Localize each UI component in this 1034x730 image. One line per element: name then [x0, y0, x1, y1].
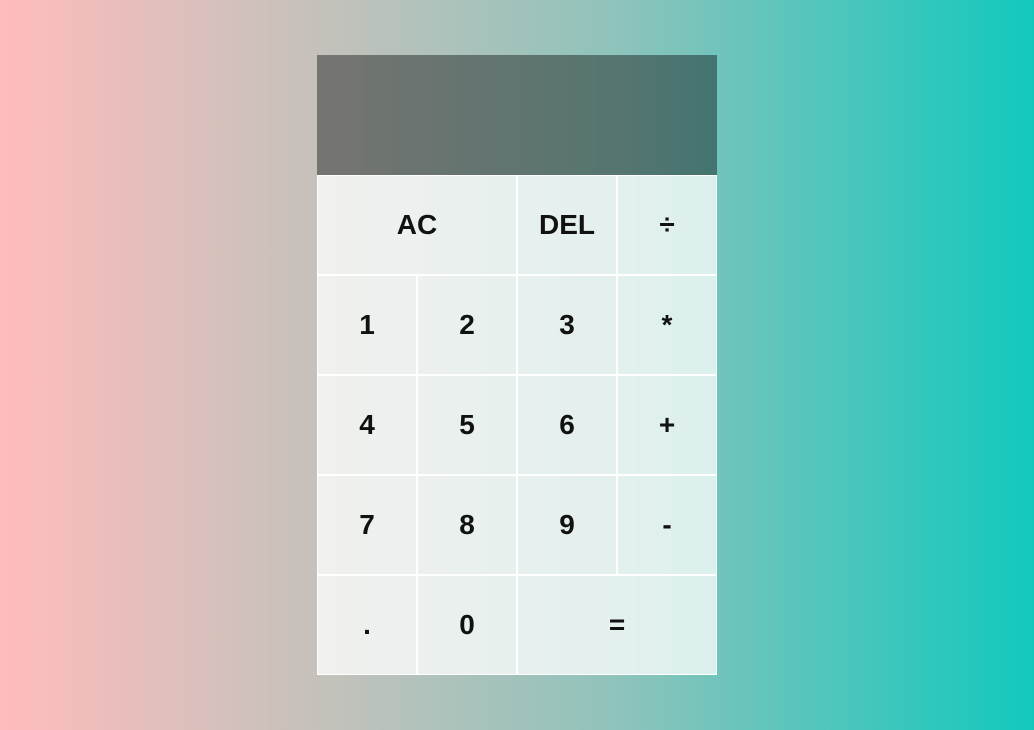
divide-button[interactable]: ÷ [617, 175, 717, 275]
digit-6-button[interactable]: 6 [517, 375, 617, 475]
multiply-button[interactable]: * [617, 275, 717, 375]
digit-4-button[interactable]: 4 [317, 375, 417, 475]
minus-button[interactable]: - [617, 475, 717, 575]
digit-7-button[interactable]: 7 [317, 475, 417, 575]
digit-1-button[interactable]: 1 [317, 275, 417, 375]
plus-button[interactable]: + [617, 375, 717, 475]
all-clear-button[interactable]: AC [317, 175, 517, 275]
calculator: AC DEL ÷ 1 2 3 * 4 5 6 + 7 8 9 - . 0 = [317, 55, 717, 675]
calculator-display [317, 55, 717, 175]
digit-2-button[interactable]: 2 [417, 275, 517, 375]
digit-9-button[interactable]: 9 [517, 475, 617, 575]
digit-8-button[interactable]: 8 [417, 475, 517, 575]
equals-button[interactable]: = [517, 575, 717, 675]
decimal-button[interactable]: . [317, 575, 417, 675]
digit-0-button[interactable]: 0 [417, 575, 517, 675]
digit-3-button[interactable]: 3 [517, 275, 617, 375]
delete-button[interactable]: DEL [517, 175, 617, 275]
digit-5-button[interactable]: 5 [417, 375, 517, 475]
